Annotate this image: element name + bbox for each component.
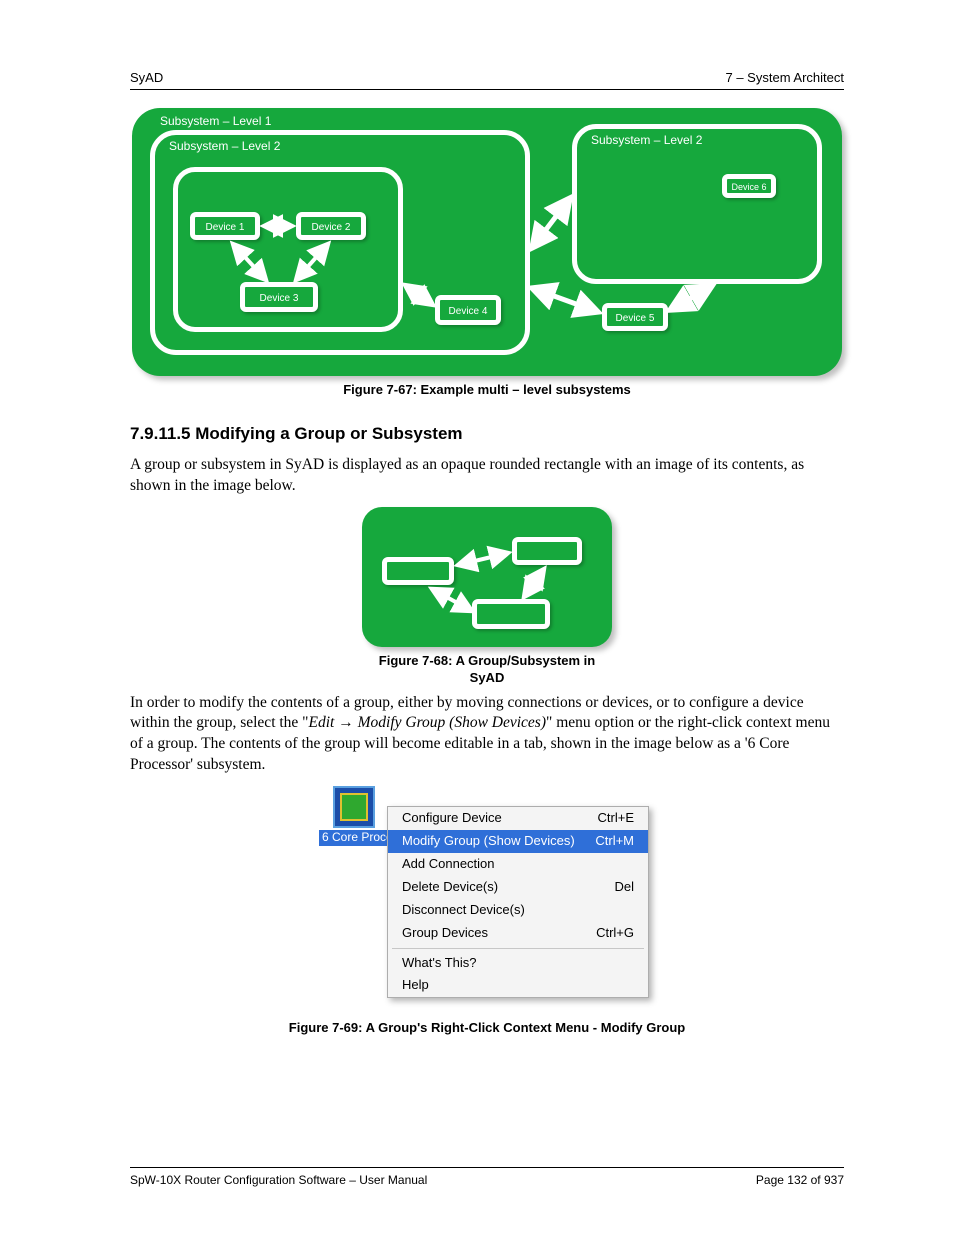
subsystem-level2-right: Subsystem – Level 2 Device 6 [572,124,822,284]
menu-item-shortcut: Ctrl+G [596,925,634,942]
device-4-label: Device 4 [440,305,496,318]
menu-item-shortcut: Ctrl+M [595,833,634,850]
context-menu: Configure Device Ctrl+E Modify Group (Sh… [387,806,649,998]
paragraph-2: In order to modify the contents of a gro… [130,693,844,777]
label-level1: Subsystem – Level 1 [160,114,271,130]
figure-1-caption: Figure 7-67: Example multi – level subsy… [132,382,842,399]
label-level2-left: Subsystem – Level 2 [169,139,280,155]
figure-2: Figure 7-68: A Group/Subsystem in SyAD [362,507,612,687]
fig2-device-b [512,537,582,565]
figure-2-panel [362,507,612,647]
menu-configure-device[interactable]: Configure Device Ctrl+E [388,807,648,830]
device-3: Device 3 [240,282,318,312]
menu-item-shortcut: Ctrl+E [598,810,634,827]
device-5-label: Device 5 [607,312,663,325]
device-2: Device 2 [296,212,366,240]
processor-die-icon [340,793,368,821]
menu-separator [392,948,644,949]
header-left: SyAD [130,70,163,87]
section-heading: 7.9.11.5 Modifying a Group or Subsystem [130,423,844,445]
menu-add-connection[interactable]: Add Connection [388,853,648,876]
menu-whats-this[interactable]: What's This? [388,952,648,975]
paragraph-1: A group or subsystem in SyAD is displaye… [130,455,844,497]
page-header: SyAD 7 – System Architect [130,70,844,87]
figure-3-caption: Figure 7-69: A Group's Right-Click Conte… [130,1020,844,1037]
p2-em1: Edit [309,714,339,731]
arrows-inner [178,172,408,337]
p2-arrow: → [338,714,354,731]
figure-1-panel: Subsystem – Level 1 Subsystem – Level 2 … [132,108,842,376]
menu-delete-devices[interactable]: Delete Device(s) Del [388,876,648,899]
device-6: Device 6 [722,174,776,198]
menu-item-label: Configure Device [402,810,502,827]
subsystem-level2-left: Subsystem – Level 2 Device 1 Device 2 De… [150,130,530,355]
device-4: Device 4 [435,295,501,325]
processor-icon[interactable] [333,786,375,828]
device-1-label: Device 1 [195,221,255,234]
menu-help[interactable]: Help [388,974,648,997]
menu-item-label: Add Connection [402,856,495,873]
subsystem-level3: Device 1 Device 2 Device 3 [173,167,403,332]
header-rule [130,89,844,90]
fig2-device-c [472,599,550,629]
page-footer: SpW-10X Router Configuration Software – … [130,1173,844,1189]
device-5: Device 5 [602,303,668,331]
figure-3: 6 Core Processor Configure Device Ctrl+E… [327,786,647,1016]
menu-item-label: What's This? [402,955,477,972]
device-2-label: Device 2 [301,221,361,234]
fig2-device-a [382,557,454,585]
figure-1: Subsystem – Level 1 Subsystem – Level 2 … [132,108,842,399]
menu-item-label: Delete Device(s) [402,879,498,896]
device-1: Device 1 [190,212,260,240]
menu-item-label: Group Devices [402,925,488,942]
device-6-label: Device 6 [727,182,771,194]
device-3-label: Device 3 [245,292,313,305]
menu-item-shortcut: Del [614,879,634,896]
menu-group-devices[interactable]: Group Devices Ctrl+G [388,922,648,945]
label-level2-right: Subsystem – Level 2 [591,133,702,149]
figure-2-caption: Figure 7-68: A Group/Subsystem in SyAD [362,653,612,687]
footer-left: SpW-10X Router Configuration Software – … [130,1173,427,1189]
footer-rule [130,1167,844,1168]
menu-item-label: Modify Group (Show Devices) [402,833,575,850]
menu-item-label: Help [402,977,429,994]
header-right: 7 – System Architect [726,70,845,87]
menu-disconnect-devices[interactable]: Disconnect Device(s) [388,899,648,922]
footer-right: Page 132 of 937 [756,1173,844,1189]
menu-item-label: Disconnect Device(s) [402,902,525,919]
p2-em2: Modify Group (Show Devices) [354,714,546,731]
page: SyAD 7 – System Architect Subsystem – Le… [0,0,954,1235]
menu-modify-group[interactable]: Modify Group (Show Devices) Ctrl+M [388,830,648,853]
